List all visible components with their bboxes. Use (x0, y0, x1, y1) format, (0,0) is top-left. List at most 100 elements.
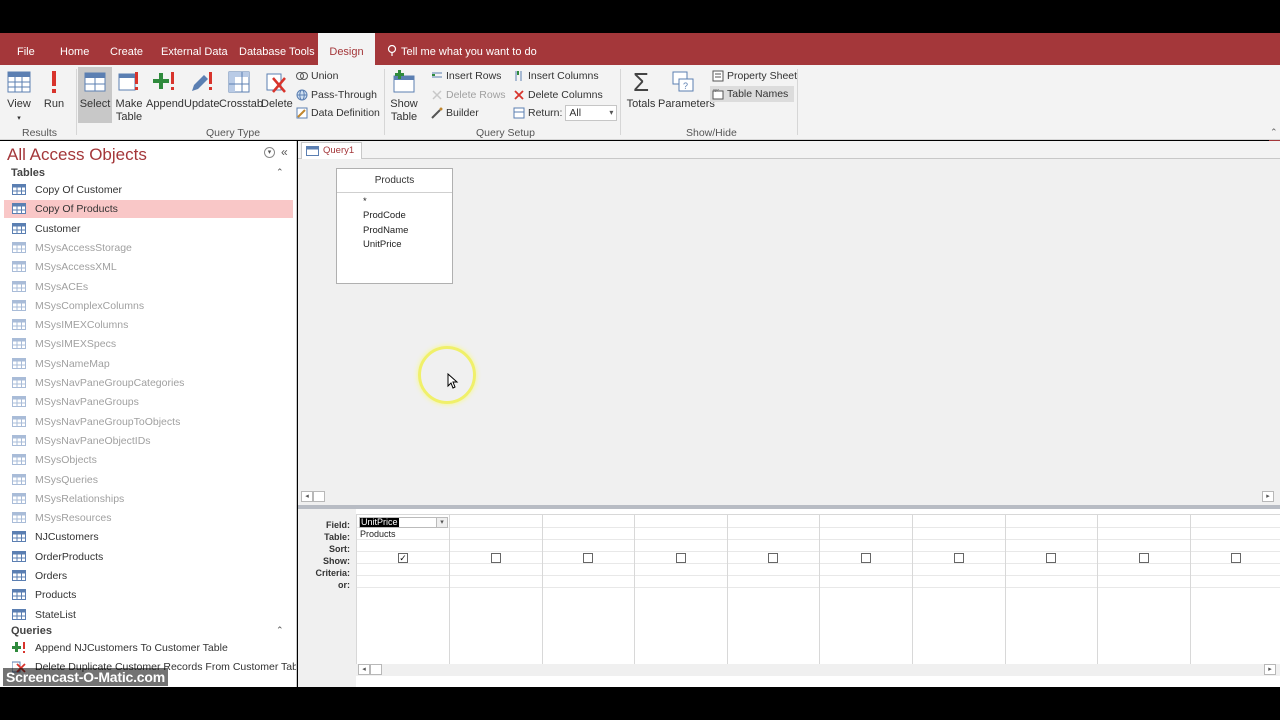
delete-query-button[interactable]: Delete (261, 70, 293, 111)
show-checkbox[interactable] (861, 553, 871, 563)
make-table-button[interactable]: Make Table (114, 70, 144, 124)
pass-through-button[interactable]: Pass-Through (296, 87, 377, 103)
shutter-bar-icon[interactable]: « (281, 145, 288, 159)
show-checkbox[interactable] (1231, 553, 1241, 563)
query-item[interactable]: Append NJCustomers To Customer Table (4, 639, 293, 657)
field-list-item[interactable]: ProdCode (363, 210, 406, 221)
products-field-list[interactable]: Products * ProdCode ProdName UnitPrice (336, 168, 453, 284)
table-item[interactable]: MSysAccessStorage (4, 239, 293, 257)
table-item[interactable]: MSysNameMap (4, 355, 293, 373)
queries-section-header[interactable]: Queries (11, 625, 52, 637)
field-list-item[interactable]: ProdName (363, 225, 408, 236)
insert-rows-button[interactable]: Insert Rows (431, 68, 501, 84)
tab-home[interactable]: Home (60, 33, 89, 65)
collapse-queries-icon[interactable]: ⌃ (276, 625, 284, 636)
table-item[interactable]: StateList (4, 606, 293, 624)
table-item[interactable]: Customer (4, 220, 293, 238)
select-query-button[interactable]: Select (78, 67, 112, 123)
scroll-left-icon[interactable]: ◂ (358, 664, 370, 675)
delete-columns-button[interactable]: Delete Columns (513, 87, 603, 103)
table-item[interactable]: Copy Of Customer (4, 181, 293, 199)
data-definition-button[interactable]: Data Definition (296, 105, 380, 121)
table-item[interactable]: Orders (4, 567, 293, 585)
collapse-ribbon-icon[interactable]: ⌃ (1270, 127, 1278, 138)
nav-pane-title[interactable]: All Access Objects (7, 145, 147, 165)
grid-column[interactable] (820, 515, 913, 671)
tables-section-header[interactable]: Tables (11, 167, 45, 179)
grid-column[interactable] (1190, 515, 1280, 671)
show-checkbox[interactable] (491, 553, 501, 563)
tab-database-tools[interactable]: Database Tools (239, 33, 315, 65)
scroll-thumb[interactable] (370, 664, 382, 675)
chevron-down-icon[interactable]: ▾ (436, 517, 448, 528)
table-item[interactable]: MSysIMEXSpecs (4, 335, 293, 353)
property-sheet-button[interactable]: Property Sheet (712, 68, 797, 84)
show-checkbox[interactable] (583, 553, 593, 563)
table-item[interactable]: MSysAccessXML (4, 258, 293, 276)
tab-query1[interactable]: Query1 (301, 142, 362, 159)
table-item[interactable]: MSysNavPaneGroupToObjects (4, 413, 293, 431)
field-combo[interactable]: UnitPrice ▾ (359, 517, 448, 528)
crosstab-button[interactable]: Crosstab (219, 70, 263, 111)
parameters-button[interactable]: ? Parameters (658, 70, 715, 111)
return-dropdown[interactable]: All ▾ (565, 105, 618, 122)
table-label: MSysQueries (35, 474, 99, 486)
table-item[interactable]: MSysNavPaneObjectIDs (4, 432, 293, 450)
show-checkbox[interactable] (1046, 553, 1056, 563)
totals-button[interactable]: Σ Totals (626, 69, 656, 111)
show-checkbox[interactable] (768, 553, 778, 563)
grid-column[interactable] (1005, 515, 1098, 671)
run-button[interactable]: Run (42, 70, 66, 111)
table-cell[interactable]: Products (360, 529, 396, 539)
table-item[interactable]: Products (4, 586, 293, 604)
append-button[interactable]: Append (146, 70, 184, 111)
scroll-thumb[interactable] (313, 491, 325, 502)
grid-column[interactable] (450, 515, 543, 671)
table-item[interactable]: MSysResources (4, 509, 293, 527)
table-item[interactable]: MSysNavPaneGroupCategories (4, 374, 293, 392)
show-checkbox[interactable] (1139, 553, 1149, 563)
view-button[interactable]: View ▾ (5, 70, 33, 125)
tab-design[interactable]: Design (318, 33, 375, 65)
scroll-left-icon[interactable]: ◂ (301, 491, 313, 502)
table-item[interactable]: Copy Of Products (4, 200, 293, 218)
grid-column[interactable]: UnitPrice ▾ Products ✓ (357, 515, 450, 671)
show-table-button[interactable]: Show Table (389, 70, 419, 124)
table-item[interactable]: MSysComplexColumns (4, 297, 293, 315)
table-item[interactable]: MSysIMEXColumns (4, 316, 293, 334)
scroll-right-icon[interactable]: ▸ (1264, 664, 1276, 675)
tab-create[interactable]: Create (110, 33, 143, 65)
table-pane-scrollbar[interactable]: ◂ ▸ (298, 491, 1280, 503)
show-checkbox[interactable] (954, 553, 964, 563)
table-item[interactable]: MSysRelationships (4, 490, 293, 508)
table-names-button[interactable]: xyz Table Names (710, 86, 795, 102)
collapse-tables-icon[interactable]: ⌃ (276, 167, 284, 178)
nav-menu-icon[interactable]: ▾ (264, 147, 275, 158)
grid-column[interactable] (727, 515, 820, 671)
delete-rows-button[interactable]: Delete Rows (431, 87, 506, 103)
table-item[interactable]: MSysNavPaneGroups (4, 393, 293, 411)
field-list-item[interactable]: UnitPrice (363, 239, 402, 250)
field-list-title[interactable]: Products (337, 169, 452, 193)
scroll-right-icon[interactable]: ▸ (1262, 491, 1274, 502)
builder-button[interactable]: Builder (431, 105, 479, 121)
table-item[interactable]: NJCustomers (4, 528, 293, 546)
tab-file[interactable]: File (17, 33, 35, 65)
grid-column[interactable] (635, 515, 728, 671)
tell-me-box[interactable]: Tell me what you want to do (387, 33, 537, 65)
update-button[interactable]: Update (184, 70, 219, 111)
table-item[interactable]: OrderProducts (4, 548, 293, 566)
show-checkbox[interactable] (676, 553, 686, 563)
grid-column[interactable] (542, 515, 635, 671)
table-item[interactable]: MSysObjects (4, 451, 293, 469)
grid-scrollbar[interactable]: ◂ ▸ (356, 664, 1280, 676)
union-button[interactable]: Union (296, 68, 338, 84)
table-item[interactable]: MSysQueries (4, 471, 293, 489)
grid-column[interactable] (1098, 515, 1191, 671)
table-item[interactable]: MSysACEs (4, 278, 293, 296)
tab-external-data[interactable]: External Data (161, 33, 228, 65)
show-checkbox[interactable]: ✓ (398, 553, 408, 563)
insert-columns-button[interactable]: Insert Columns (513, 68, 599, 84)
field-list-item-all[interactable]: * (363, 196, 367, 207)
grid-column[interactable] (913, 515, 1006, 671)
